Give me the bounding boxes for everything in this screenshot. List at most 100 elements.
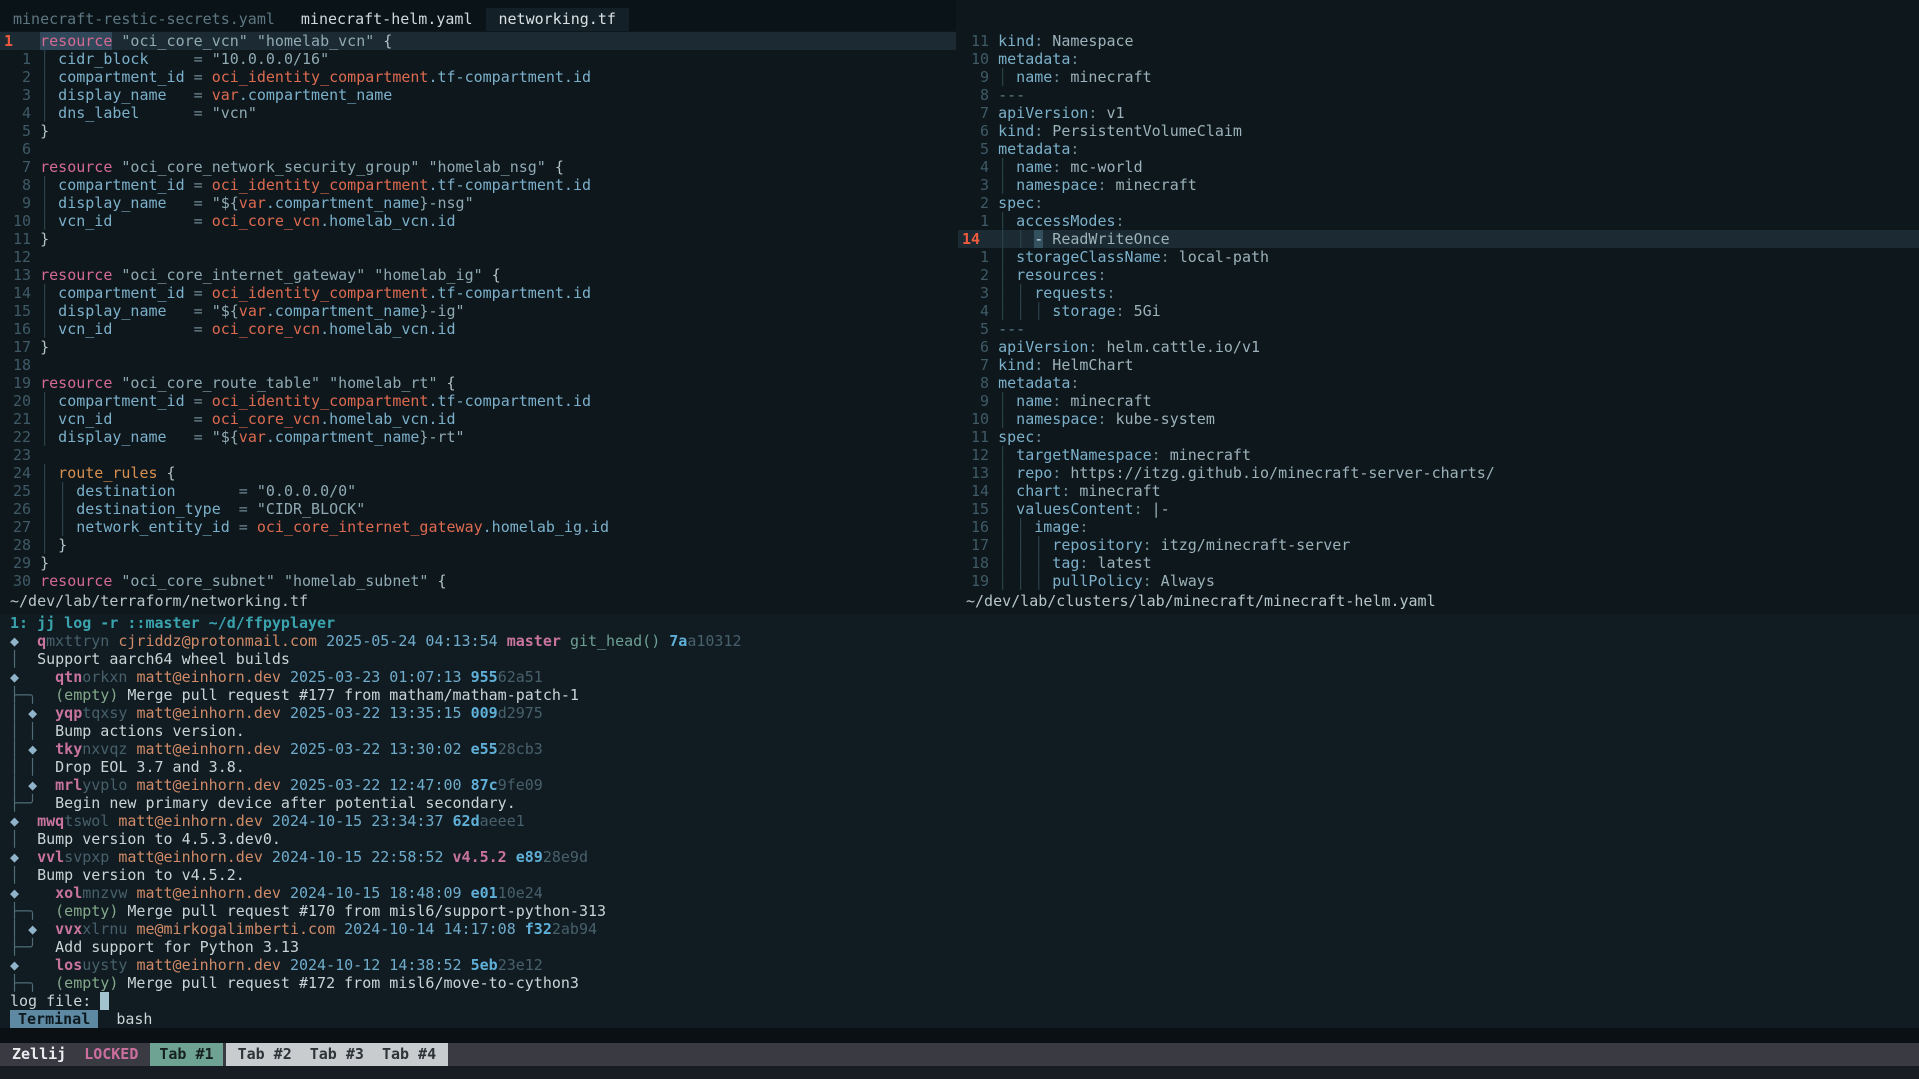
log-line: │ Bump version to v4.5.2. [10, 866, 1919, 884]
code-line: 18 [0, 356, 956, 374]
code-line: 24 │ route_rules { [0, 464, 956, 482]
code-line: 4 │ name: mc-world [958, 158, 1919, 176]
log-line: ├─╮ (empty) Merge pull request #170 from… [10, 902, 1919, 920]
code-line: 10 │ namespace: kube-system [958, 410, 1919, 428]
code-line: 26 │ │ destination_type = "CIDR_BLOCK" [0, 500, 956, 518]
code-line: 22 │ display_name = "${var.compartment_n… [0, 428, 956, 446]
code-line: 11 kind: Namespace [958, 32, 1919, 50]
code-line: 16 │ │ image: [958, 518, 1919, 536]
zellij-status-bar: ZellijLOCKEDTab #1Tab #2Tab #3Tab #4 [0, 1043, 1919, 1066]
log-line: │ Support aarch64 wheel builds [10, 650, 1919, 668]
code-line: 8 │ compartment_id = oci_identity_compar… [0, 176, 956, 194]
terminal-tabbar: Terminal bash [10, 1010, 1919, 1028]
zellij-tab-tab-2[interactable]: Tab #2 [229, 1043, 301, 1066]
code-line: 7 resource "oci_core_network_security_gr… [0, 158, 956, 176]
code-line: 11 } [0, 230, 956, 248]
code-line: 1 │ storageClassName: local-path [958, 248, 1919, 266]
code-line: 8 metadata: [958, 374, 1919, 392]
code-line: 1 resource "oci_core_vcn" "homelab_vcn" … [0, 32, 956, 50]
code-line: 9 │ display_name = "${var.compartment_na… [0, 194, 956, 212]
jj-log-output: ◆ qmxttryn cjriddz@protonmail.com 2025-0… [10, 632, 1919, 1010]
code-line: 27 │ │ network_entity_id = oci_core_inte… [0, 518, 956, 536]
code-line: 13 │ repo: https://itzg.github.io/minecr… [958, 464, 1919, 482]
zellij-tab-tab-1[interactable]: Tab #1 [150, 1043, 222, 1066]
buffer-tab-minecraft-restic-secrets.yaml[interactable]: minecraft-restic-secrets.yaml [0, 8, 288, 31]
zellij-logo: Zellij [12, 1045, 66, 1063]
zellij-tab-tab-3[interactable]: Tab #3 [301, 1043, 373, 1066]
code-line: 3 │ namespace: minecraft [958, 176, 1919, 194]
code-line: 12 │ targetNamespace: minecraft [958, 446, 1919, 464]
code-line: 16 │ vcn_id = oci_core_vcn.homelab_vcn.i… [0, 320, 956, 338]
code-line: 4 │ │ │ storage: 5Gi [958, 302, 1919, 320]
terminal-tab-bash[interactable] [98, 1010, 116, 1028]
code-line: 15 │ valuesContent: |- [958, 500, 1919, 518]
code-line: 6 [0, 140, 956, 158]
code-line: 5 metadata: [958, 140, 1919, 158]
code-line: 17 } [0, 338, 956, 356]
code-line: 12 [0, 248, 956, 266]
code-line: 10 metadata: [958, 50, 1919, 68]
code-line: 2 spec: [958, 194, 1919, 212]
zellij-mode-indicator: LOCKED [84, 1045, 138, 1063]
log-line: │ │ Bump actions version. [10, 722, 1919, 740]
code-line: 21 │ vcn_id = oci_core_vcn.homelab_vcn.i… [0, 410, 956, 428]
code-line: 7 apiVersion: v1 [958, 104, 1919, 122]
statusline-yaml: ~/dev/lab/clusters/lab/minecraft/minecra… [966, 592, 1436, 610]
log-line: ◆ qtnorkxn matt@einhorn.dev 2025-03-23 0… [10, 668, 1919, 686]
log-line: ├─╮ (empty) Merge pull request #172 from… [10, 974, 1919, 992]
statusline-terraform: ~/dev/lab/terraform/networking.tf [10, 592, 308, 610]
log-line: ◆ mwqtswol matt@einhorn.dev 2024-10-15 2… [10, 812, 1919, 830]
code-line: 2 │ compartment_id = oci_identity_compar… [0, 68, 956, 86]
log-line: │ │ Drop EOL 3.7 and 3.8. [10, 758, 1919, 776]
terminal-tab-active[interactable]: Terminal [10, 1010, 98, 1028]
bottom-strip [0, 1066, 1919, 1079]
code-line: 6 kind: PersistentVolumeClaim [958, 122, 1919, 140]
terminal-pane-title: 1: jj log -r ::master ~/d/ffpyplayer [10, 614, 1919, 632]
log-line: ├─╮ (empty) Merge pull request #177 from… [10, 686, 1919, 704]
log-line: │ ◆ vvxxlrnu me@mirkogalimberti.com 2024… [10, 920, 1919, 938]
code-line: 9 │ name: minecraft [958, 392, 1919, 410]
log-line: ◆ vvlsvpxp matt@einhorn.dev 2024-10-15 2… [10, 848, 1919, 866]
code-line: 20 │ compartment_id = oci_identity_compa… [0, 392, 956, 410]
buffer-tab-minecraft-helm.yaml[interactable]: minecraft-helm.yaml [288, 8, 486, 31]
code-line: 19 resource "oci_core_route_table" "home… [0, 374, 956, 392]
code-line: 1 │ cidr_block = "10.0.0.0/16" [0, 50, 956, 68]
terminal-pane[interactable]: 1: jj log -r ::master ~/d/ffpyplayer ◆ q… [0, 614, 1919, 1028]
code-line: 17 │ │ │ repository: itzg/minecraft-serv… [958, 536, 1919, 554]
log-line: ◆ xolmnzvw matt@einhorn.dev 2024-10-15 1… [10, 884, 1919, 902]
code-line: 13 resource "oci_core_internet_gateway" … [0, 266, 956, 284]
log-line: ├─╯ Add support for Python 3.13 [10, 938, 1919, 956]
code-line: 14 │ │ - ReadWriteOnce [958, 230, 1919, 248]
log-line: ├─╯ Begin new primary device after poten… [10, 794, 1919, 812]
code-line: 3 │ display_name = var.compartment_name [0, 86, 956, 104]
code-line: 11 spec: [958, 428, 1919, 446]
editor-pane-terraform[interactable]: 1 resource "oci_core_vcn" "homelab_vcn" … [0, 32, 956, 590]
log-line: ◆ losuysty matt@einhorn.dev 2024-10-12 1… [10, 956, 1919, 974]
zellij-tab-tab-4[interactable]: Tab #4 [373, 1043, 445, 1066]
code-line: 8 --- [958, 86, 1919, 104]
log-line: ◆ qmxttryn cjriddz@protonmail.com 2025-0… [10, 632, 1919, 650]
code-line: 25 │ │ destination = "0.0.0.0/0" [0, 482, 956, 500]
editor-pane-yaml[interactable]: 11 kind: Namespace 10 metadata: 9 │ name… [958, 32, 1919, 590]
log-line: │ ◆ tkynxvqz matt@einhorn.dev 2025-03-22… [10, 740, 1919, 758]
log-line: │ Bump version to 4.5.3.dev0. [10, 830, 1919, 848]
log-line: │ ◆ mrlyvplo matt@einhorn.dev 2025-03-22… [10, 776, 1919, 794]
code-line: 30 resource "oci_core_subnet" "homelab_s… [0, 572, 956, 590]
code-line: 18 │ │ │ tag: latest [958, 554, 1919, 572]
buffer-tab-networking.tf[interactable]: networking.tf [486, 8, 629, 31]
code-line: 7 kind: HelmChart [958, 356, 1919, 374]
code-line: 5 } [0, 122, 956, 140]
code-line: 6 apiVersion: helm.cattle.io/v1 [958, 338, 1919, 356]
code-line: 1 │ accessModes: [958, 212, 1919, 230]
pane-gap [0, 1028, 1919, 1043]
code-line: 2 │ resources: [958, 266, 1919, 284]
code-line: 19 │ │ │ pullPolicy: Always [958, 572, 1919, 590]
helix-bufferline: minecraft-restic-secrets.yamlminecraft-h… [0, 0, 956, 31]
code-line: 14 │ compartment_id = oci_identity_compa… [0, 284, 956, 302]
zellij-inactive-tabs: Tab #2Tab #3Tab #4 [226, 1043, 449, 1066]
code-line: 29 } [0, 554, 956, 572]
code-line: 5 --- [958, 320, 1919, 338]
code-line: 23 [0, 446, 956, 464]
code-line: 3 │ │ requests: [958, 284, 1919, 302]
code-line: 10 │ vcn_id = oci_core_vcn.homelab_vcn.i… [0, 212, 956, 230]
